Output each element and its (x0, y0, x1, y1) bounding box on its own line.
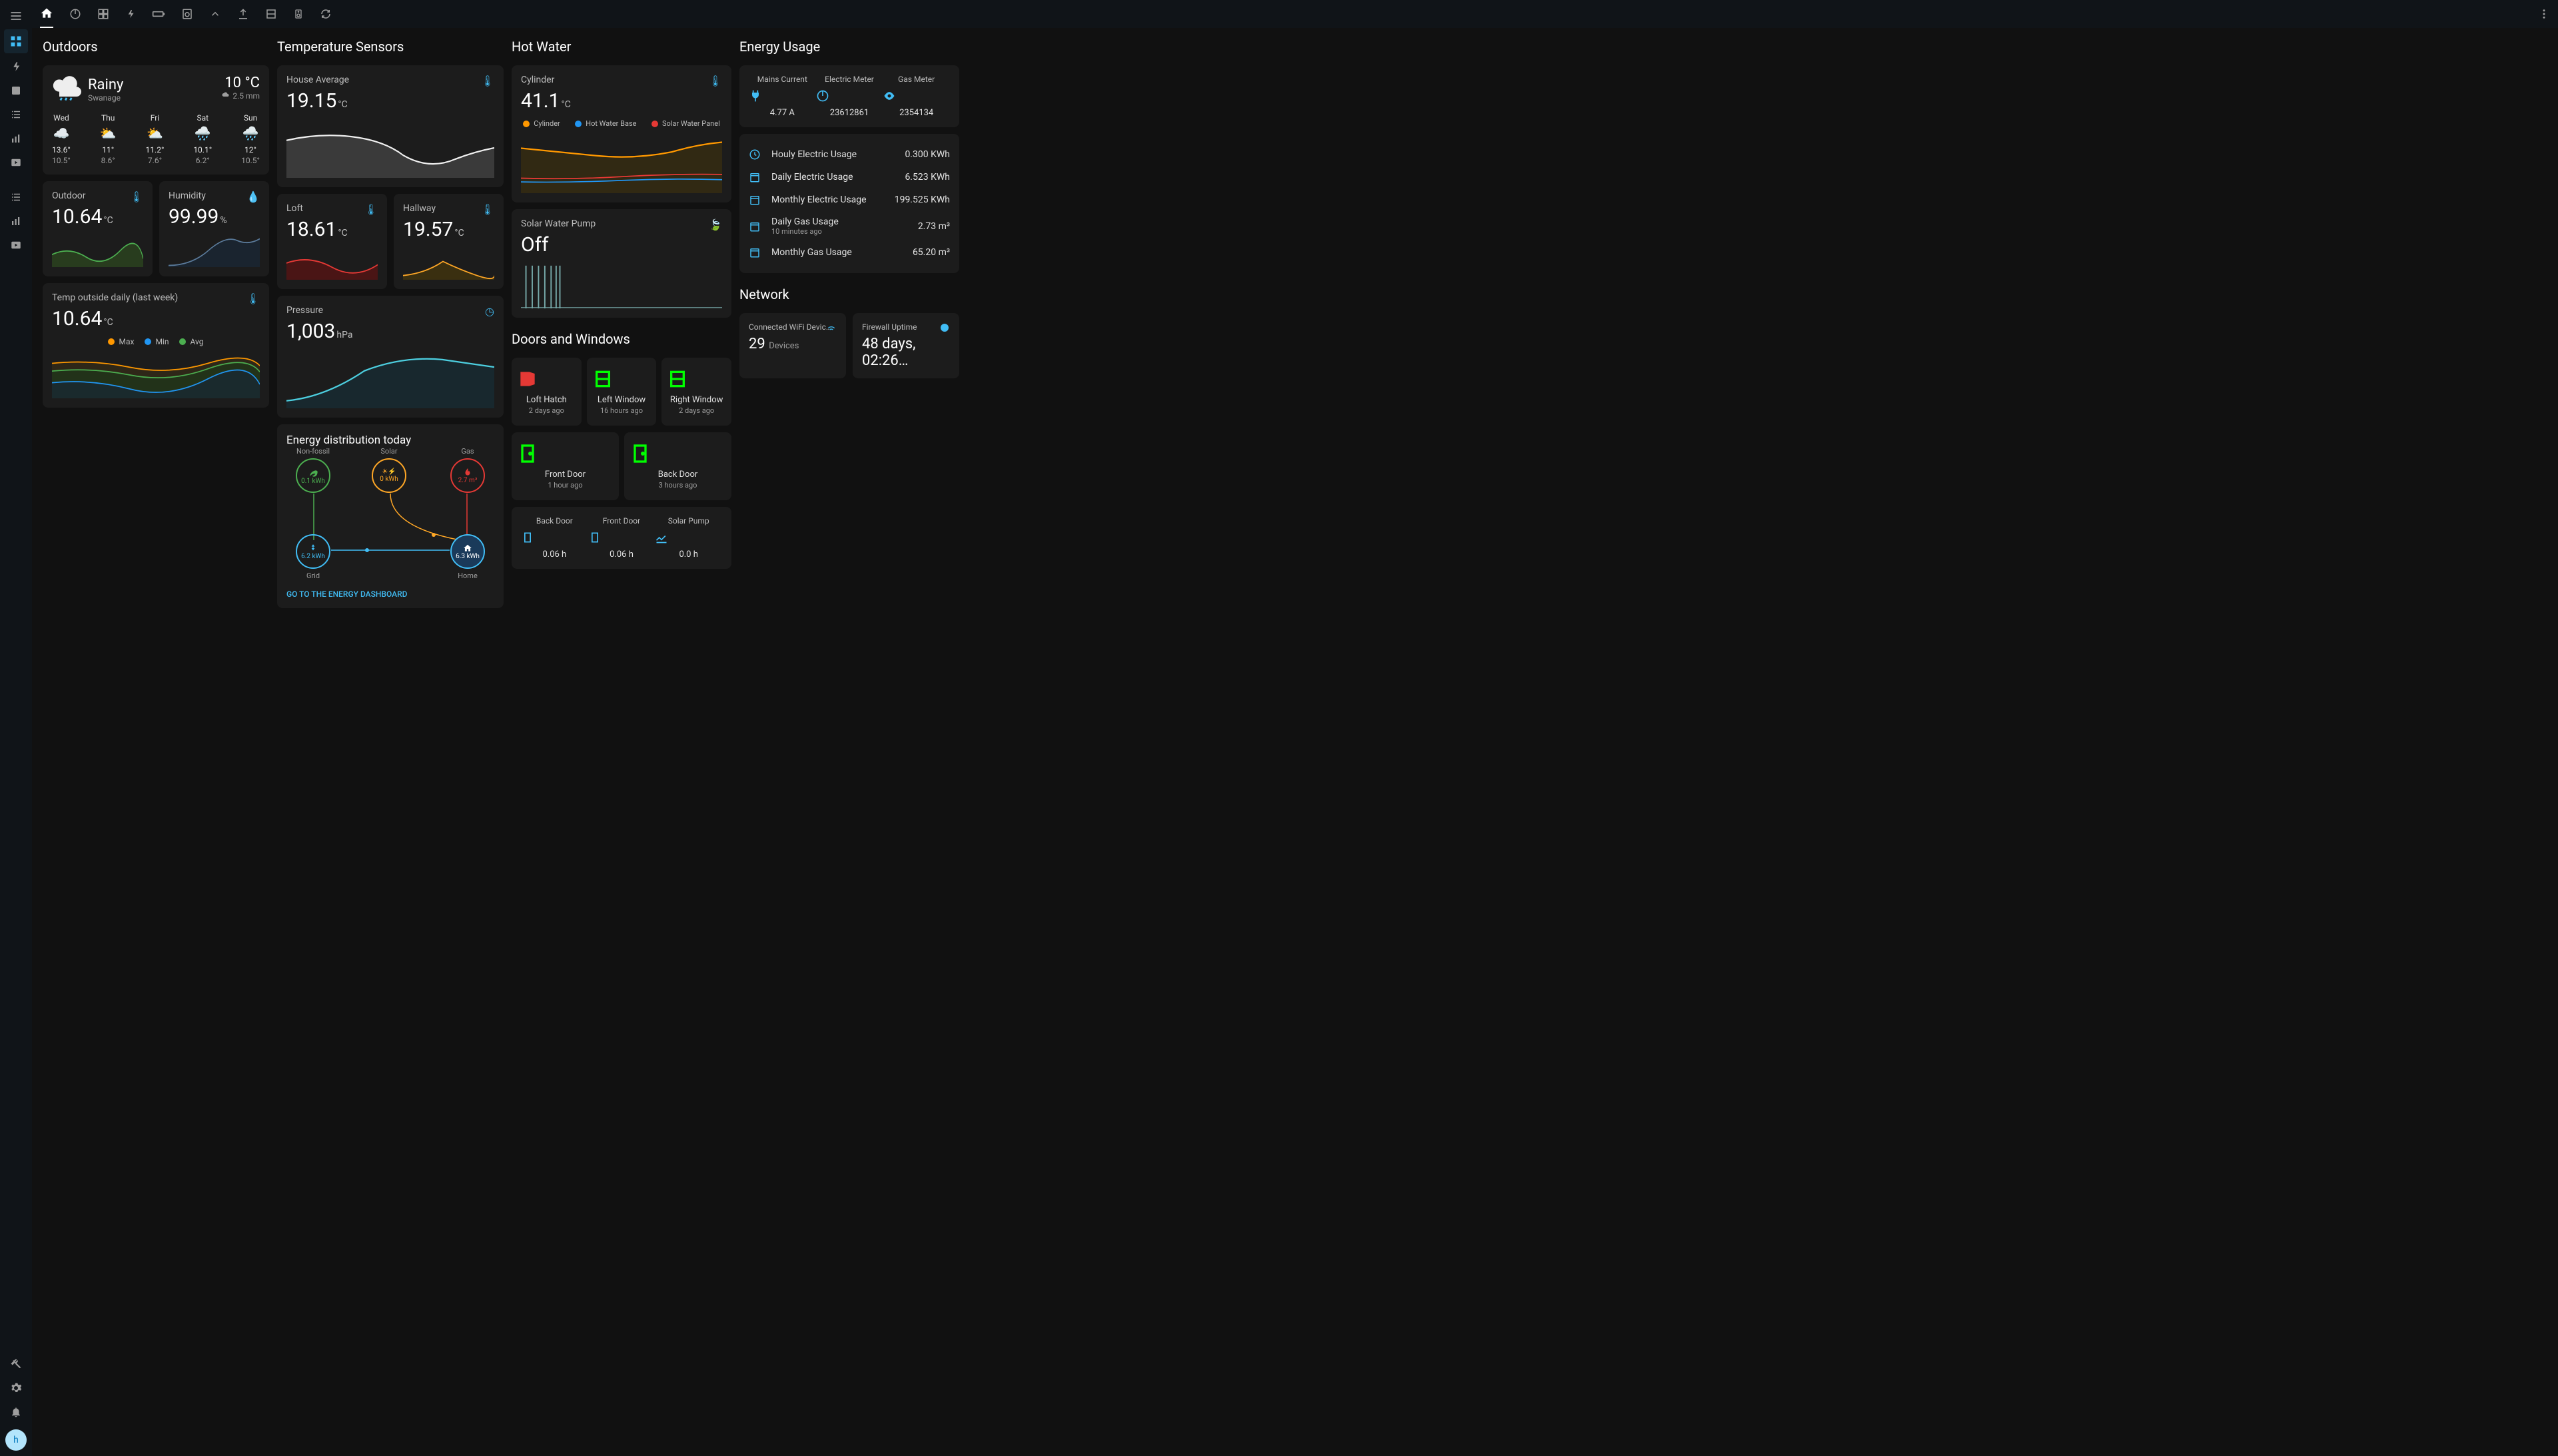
power-icon (816, 89, 883, 103)
entity-row[interactable]: Daily Electric Usage6.523 KWh (749, 166, 950, 188)
door-icon (521, 531, 588, 544)
humidity-card[interactable]: 💧 Humidity 99.99% (159, 181, 269, 276)
thermometer-icon: 🌡 (364, 203, 378, 216)
energy-distribution-card[interactable]: Energy distribution today Non-fossil0.1 … (277, 424, 504, 608)
person-icon[interactable] (0, 79, 32, 103)
weather-card[interactable]: Rainy Swanage 10 °C 2.5 mm Wed☁️13.6°10.… (43, 65, 269, 175)
door-open-icon (517, 368, 576, 390)
tab-refresh-icon[interactable] (320, 0, 332, 28)
tab-grid-icon[interactable] (97, 0, 109, 28)
rain-icon (52, 75, 81, 104)
forecast-day: Fri⛅11.2°7.6° (146, 113, 165, 165)
clock-icon (939, 322, 950, 333)
wifi-devices-card[interactable]: Connected WiFi Devic… 29 Devices (739, 313, 846, 378)
firewall-uptime-card[interactable]: Firewall Uptime 48 days, 02:26… (853, 313, 959, 378)
tab-home-icon[interactable] (40, 0, 53, 28)
forecast-day: Thu⛅11°8.6° (100, 113, 117, 165)
topbar (32, 0, 2558, 28)
thermometer-icon: 🌡 (481, 75, 494, 87)
door-right-window[interactable]: Right Window2 days ago (661, 358, 731, 426)
gauge-icon: ◷ (485, 305, 494, 318)
media-icon[interactable] (0, 151, 32, 175)
calendar-icon (749, 171, 762, 183)
energy-glance-card[interactable]: Mains Current4.77 A Electric Meter236128… (739, 65, 959, 127)
devtools-icon[interactable] (0, 1352, 32, 1376)
tab-speaker-icon[interactable] (293, 0, 304, 28)
section-temp-sensors: Temperature Sensors (277, 39, 504, 55)
entity-row[interactable]: Monthly Electric Usage199.525 KWh (749, 188, 950, 211)
notifications-icon[interactable] (0, 1400, 32, 1424)
pressure-card[interactable]: ◷ Pressure 1,003hPa (277, 296, 504, 418)
section-energy: Energy Usage (739, 39, 959, 55)
menu-icon[interactable] (0, 4, 32, 28)
entity-row[interactable]: Daily Gas Usage10 minutes ago2.73 m³ (749, 211, 950, 241)
house-avg-card[interactable]: 🌡 House Average 19.15°C (277, 65, 504, 187)
wifi-icon (826, 322, 837, 333)
energy-icon[interactable] (0, 55, 32, 79)
door-icon (588, 531, 655, 544)
sidebar: h (0, 0, 32, 1456)
entity-row[interactable]: Houly Electric Usage0.300 KWh (749, 143, 950, 166)
calendar-icon (749, 220, 762, 232)
outdoor-temp-card[interactable]: 🌡 Outdoor 10.64°C (43, 181, 153, 276)
door-stats-card[interactable]: Back Door0.06 h Front Door0.06 h Solar P… (512, 507, 731, 569)
tab-window-icon[interactable] (265, 0, 277, 28)
plug-icon (749, 89, 816, 103)
section-doors: Doors and Windows (512, 331, 731, 347)
forecast-day: Wed☁️13.6°10.5° (52, 113, 71, 165)
section-outdoors: Outdoors (43, 39, 269, 55)
loft-card[interactable]: 🌡 Loft 18.61°C (277, 194, 387, 289)
tab-washer-icon[interactable] (181, 0, 193, 28)
energy-dashboard-link[interactable]: GO TO THE ENERGY DASHBOARD (286, 589, 494, 599)
door-left-window[interactable]: Left Window16 hours ago (587, 358, 657, 426)
tab-up-icon[interactable] (209, 0, 221, 28)
forecast-day: Sun🌧️12°10.5° (241, 113, 260, 165)
chart2-icon[interactable] (0, 209, 32, 233)
weather-location: Swanage (88, 93, 123, 103)
tab-power-icon[interactable] (69, 0, 81, 28)
chart-icon[interactable] (0, 127, 32, 151)
window-closed-icon (592, 368, 651, 390)
calendar-icon (749, 194, 762, 206)
dashboard-icon[interactable] (4, 29, 28, 53)
section-hot-water: Hot Water (512, 39, 731, 55)
tab-battery-icon[interactable] (152, 0, 165, 28)
thermometer-icon: 🌡 (481, 203, 494, 216)
overflow-menu-icon[interactable] (2538, 0, 2550, 28)
tab-flash-icon[interactable] (125, 0, 136, 28)
door-closed-icon (517, 443, 614, 464)
window-closed-icon (667, 368, 726, 390)
forecast-day: Sat🌧️10.1°6.2° (193, 113, 212, 165)
list-icon[interactable] (0, 103, 32, 127)
weather-temp: 10 °C (222, 75, 260, 91)
door-back[interactable]: Back Door3 hours ago (624, 432, 731, 500)
leaf-icon: 🍃 (709, 218, 722, 231)
cylinder-card[interactable]: 🌡 Cylinder 41.1°C Cylinder Hot Water Bas… (512, 65, 731, 202)
hallway-card[interactable]: 🌡 Hallway 19.57°C (394, 194, 504, 289)
tab-upload-icon[interactable] (237, 0, 249, 28)
calendar-icon (749, 246, 762, 258)
water-icon: 💧 (246, 190, 260, 203)
temp-daily-card[interactable]: 🌡 Temp outside daily (last week) 10.64°C… (43, 283, 269, 408)
settings-icon[interactable] (0, 1376, 32, 1400)
solar-pump-card[interactable]: 🍃 Solar Water Pump Off (512, 209, 731, 318)
door-closed-icon (630, 443, 726, 464)
weather-condition: Rainy (88, 77, 123, 93)
chart-line-icon (655, 531, 722, 544)
door-loft-hatch[interactable]: Loft Hatch2 days ago (512, 358, 582, 426)
section-network: Network (739, 286, 959, 302)
clock-icon (749, 149, 762, 161)
thermometer-icon: 🌡 (246, 292, 260, 305)
media2-icon[interactable] (0, 233, 32, 257)
thermometer-icon: 🌡 (130, 190, 143, 203)
door-front[interactable]: Front Door1 hour ago (512, 432, 619, 500)
energy-rows-card: Houly Electric Usage0.300 KWh Daily Elec… (739, 134, 959, 273)
user-avatar[interactable]: h (5, 1429, 27, 1451)
list2-icon[interactable] (0, 185, 32, 209)
eye-icon (883, 89, 950, 103)
thermometer-icon: 🌡 (709, 75, 722, 87)
weather-precip: 2.5 mm (222, 91, 260, 101)
entity-row[interactable]: Monthly Gas Usage65.20 m³ (749, 241, 950, 264)
